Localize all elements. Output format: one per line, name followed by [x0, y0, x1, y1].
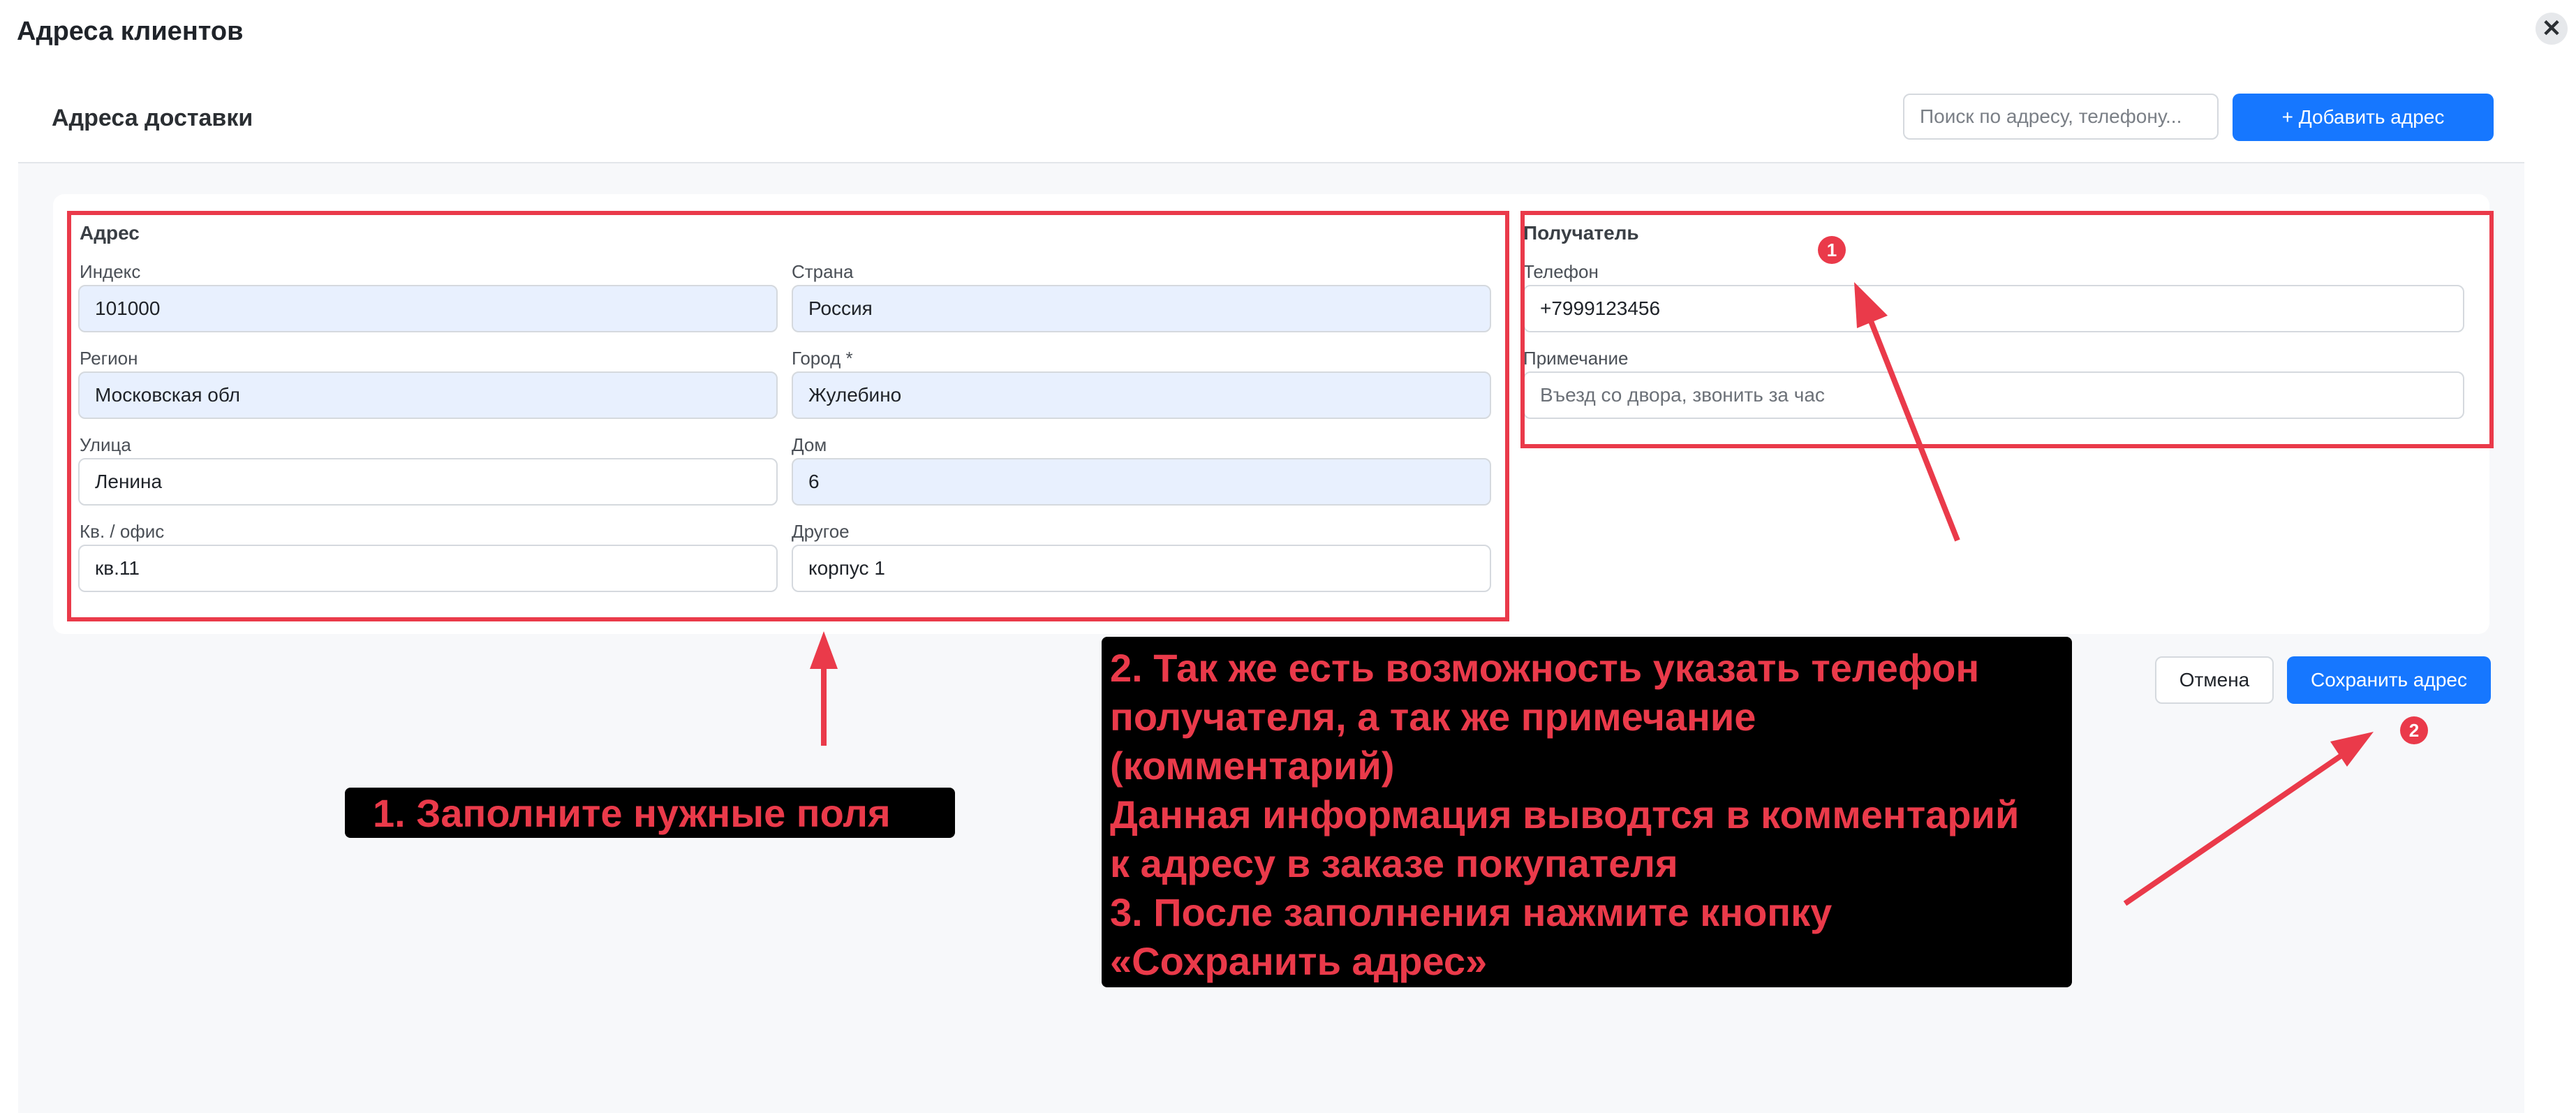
note-line: Данная информация выводтся в комментарий — [1110, 793, 2020, 836]
cancel-button[interactable]: Отмена — [2155, 656, 2274, 704]
panel-header: Адреса доставки + Добавить адрес — [18, 70, 2524, 163]
section-title: Адреса доставки — [52, 105, 253, 131]
add-address-button[interactable]: + Добавить адрес — [2233, 94, 2494, 141]
address-highlight-frame — [67, 211, 1509, 621]
note-line: 3. После заполнения нажмите кнопку — [1110, 890, 1833, 934]
note-line: 2. Так же есть возможность указать телеф… — [1110, 646, 1980, 690]
annotation-badge-2: 2 — [2400, 716, 2428, 744]
modal-title: Адреса клиентов — [17, 17, 244, 46]
close-icon: ✕ — [2541, 15, 2562, 42]
close-button[interactable]: ✕ — [2536, 13, 2568, 45]
recipient-highlight-frame — [1520, 211, 2494, 448]
note-line: «Сохранить адрес» — [1110, 939, 1488, 983]
instruction-note-details: 2. Так же есть возможность указать телеф… — [1102, 637, 2072, 987]
search-input[interactable] — [1903, 94, 2219, 140]
instruction-note-fill-fields: 1. Заполните нужные поля — [345, 788, 955, 838]
note-line: к адресу в заказе покупателя — [1110, 841, 1678, 885]
note-line: (комментарий) — [1110, 744, 1395, 788]
save-address-button[interactable]: Сохранить адрес — [2287, 656, 2491, 704]
annotation-badge-1: 1 — [1818, 236, 1846, 264]
note-line: получателя, а так же примечание — [1110, 695, 1756, 739]
